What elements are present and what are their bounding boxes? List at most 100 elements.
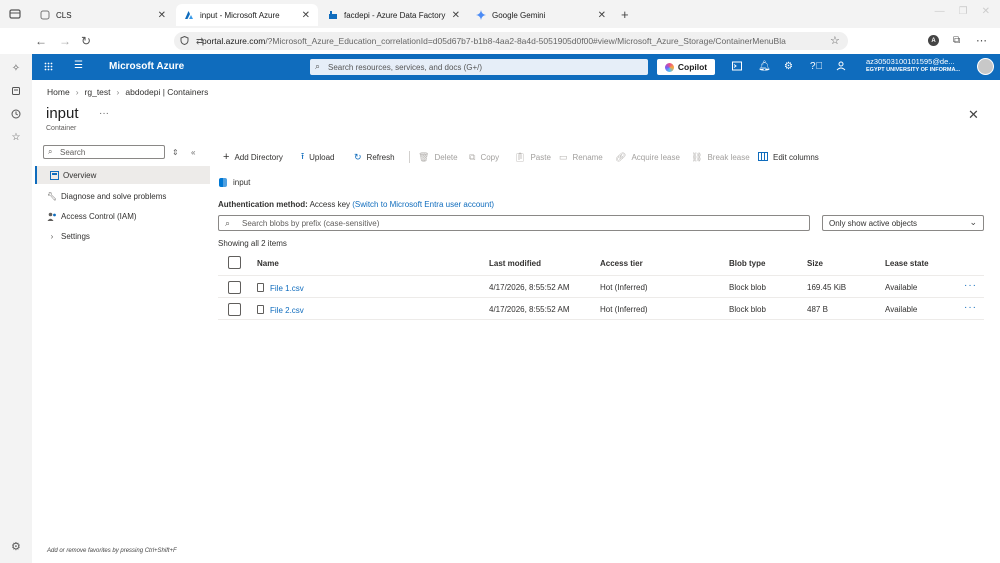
menu-item-iam[interactable]: Access Control (IAM) bbox=[35, 207, 210, 225]
blob-name[interactable]: File 2.csv bbox=[270, 306, 304, 315]
site-security-icon[interactable] bbox=[180, 35, 189, 47]
refresh-button[interactable]: ↻ Refresh bbox=[354, 150, 395, 164]
new-tab-button[interactable]: + bbox=[621, 7, 629, 22]
row-more-actions-button[interactable]: ··· bbox=[964, 302, 977, 313]
close-blade-icon[interactable]: ✕ bbox=[968, 107, 979, 123]
column-header-size[interactable]: Size bbox=[807, 259, 823, 268]
column-header-lease-state[interactable]: Lease state bbox=[885, 259, 929, 268]
chevron-right-icon: › bbox=[75, 87, 79, 97]
forward-arrow-icon[interactable]: → bbox=[59, 34, 71, 48]
paste-button[interactable]: 📋︎ Paste bbox=[514, 150, 551, 164]
browser-tab-data-factory[interactable]: facdepi - Azure Data Factory ✕ bbox=[320, 4, 468, 26]
copilot-sparkle-icon[interactable]: ✧ bbox=[9, 61, 23, 75]
table-row-name[interactable]: File 1.csv bbox=[257, 283, 304, 293]
add-directory-button[interactable]: + Add Directory bbox=[223, 150, 283, 164]
copy-button[interactable]: ⧉ Copy bbox=[469, 150, 499, 164]
global-search-input[interactable]: ⌕ Search resources, services, and docs (… bbox=[310, 59, 648, 75]
browser-tab-gemini[interactable]: Google Gemini ✕ bbox=[468, 4, 614, 26]
switch-auth-link[interactable]: (Switch to Microsoft Entra user account) bbox=[352, 200, 494, 209]
history-icon[interactable] bbox=[9, 107, 23, 121]
reload-icon[interactable]: ↻ bbox=[81, 34, 91, 48]
people-icon bbox=[47, 211, 57, 221]
window-controls: — ❐ ✕ bbox=[935, 6, 990, 17]
gemini-favicon-icon bbox=[476, 10, 486, 20]
item-count: Showing all 2 items bbox=[218, 239, 287, 248]
url-field[interactable]: portal.azure.com/?Microsoft_Azure_Educat… bbox=[174, 32, 848, 50]
column-header-last-modified[interactable]: Last modified bbox=[489, 259, 541, 268]
table-cell-modified: 4/17/2026, 8:55:52 AM bbox=[489, 305, 570, 314]
menu-item-settings[interactable]: › Settings bbox=[35, 227, 210, 245]
table-cell-type: Block blob bbox=[729, 305, 766, 314]
chevron-down-icon: ⌄ bbox=[969, 217, 977, 227]
column-header-name[interactable]: Name bbox=[257, 259, 279, 268]
acquire-lease-label: Acquire lease bbox=[631, 152, 680, 162]
feedback-icon[interactable] bbox=[836, 61, 846, 74]
help-icon[interactable]: ?⃝ bbox=[810, 61, 823, 72]
columns-icon bbox=[758, 151, 768, 163]
menu-item-overview[interactable]: Overview bbox=[35, 166, 210, 184]
blob-search-input[interactable]: ⌕ Search blobs by prefix (case-sensitive… bbox=[218, 215, 810, 231]
page-subtitle: Container bbox=[46, 125, 77, 132]
menu-search-input[interactable]: ⌕ Search bbox=[43, 145, 165, 159]
close-tab-icon[interactable]: ✕ bbox=[598, 10, 606, 21]
browser-profile-avatar[interactable]: A bbox=[928, 35, 939, 46]
azure-favicon-icon bbox=[184, 10, 194, 20]
close-window-icon[interactable]: ✕ bbox=[982, 6, 990, 17]
more-actions-button[interactable]: ··· bbox=[99, 108, 109, 119]
row-checkbox[interactable] bbox=[228, 303, 241, 316]
column-header-blob-type[interactable]: Blob type bbox=[729, 259, 765, 268]
container-path-label[interactable]: input bbox=[233, 178, 250, 187]
edit-columns-button[interactable]: Edit columns bbox=[758, 150, 819, 164]
back-arrow-icon[interactable]: ← bbox=[35, 34, 47, 48]
tab-label: CLS bbox=[56, 10, 72, 20]
favorites-star-icon[interactable]: ☆ bbox=[9, 130, 23, 144]
blob-name[interactable]: File 1.csv bbox=[270, 284, 304, 293]
delete-button[interactable]: 🗑︎ Delete bbox=[418, 150, 458, 164]
app-launcher-icon[interactable] bbox=[44, 62, 53, 73]
site-settings-icon[interactable]: ⇄ bbox=[196, 36, 204, 47]
close-tab-icon[interactable]: ✕ bbox=[302, 10, 310, 21]
breadcrumb-resource-group[interactable]: rg_test bbox=[85, 87, 111, 97]
minimize-icon[interactable]: — bbox=[935, 6, 945, 17]
close-tab-icon[interactable]: ✕ bbox=[452, 10, 460, 21]
select-all-checkbox[interactable] bbox=[228, 256, 241, 269]
breadcrumb: Home › rg_test › abdodepi | Containers bbox=[47, 87, 208, 97]
expand-collapse-icon[interactable]: ⇕ bbox=[172, 148, 179, 157]
break-lease-button[interactable]: ⛓︎ Break lease bbox=[691, 150, 750, 164]
acquire-lease-button[interactable]: 🔗︎ Acquire lease bbox=[615, 150, 680, 164]
account-info[interactable]: az30503100101595@de... EGYPT UNIVERSITY … bbox=[866, 57, 960, 75]
browser-tab-azure[interactable]: input - Microsoft Azure ✕ bbox=[176, 4, 318, 26]
cloud-shell-icon[interactable] bbox=[732, 61, 742, 74]
active-objects-dropdown[interactable]: Only show active objects ⌄ bbox=[822, 215, 984, 231]
azure-brand[interactable]: Microsoft Azure bbox=[109, 61, 184, 72]
settings-gear-icon[interactable]: ⚙ bbox=[784, 61, 793, 72]
browser-settings-gear-icon[interactable]: ⚙ bbox=[11, 540, 21, 553]
rename-icon: ▭ bbox=[559, 151, 568, 162]
browser-tab-cls[interactable]: CLS ✕ bbox=[32, 4, 174, 26]
tab-label: Google Gemini bbox=[492, 10, 546, 20]
browser-menu-icon[interactable]: ⋯ bbox=[976, 34, 987, 47]
portal-menu-icon[interactable]: ☰ bbox=[74, 60, 83, 71]
row-checkbox[interactable] bbox=[228, 281, 241, 294]
container-icon bbox=[219, 178, 227, 187]
close-tab-icon[interactable]: ✕ bbox=[158, 10, 166, 21]
extensions-icon[interactable]: ⧉ bbox=[953, 35, 960, 46]
breadcrumb-containers[interactable]: abdodepi | Containers bbox=[125, 87, 208, 97]
favorites-hint: Add or remove favorites by pressing Ctrl… bbox=[47, 548, 177, 554]
rename-button[interactable]: ▭ Rename bbox=[559, 150, 603, 164]
upload-button[interactable]: ⭱ Upload bbox=[301, 150, 335, 164]
favorite-page-star-icon[interactable]: ☆ bbox=[830, 34, 840, 47]
collections-icon[interactable] bbox=[9, 84, 23, 98]
copilot-button[interactable]: Copilot bbox=[657, 59, 715, 75]
row-more-actions-button[interactable]: ··· bbox=[964, 280, 977, 291]
avatar[interactable] bbox=[977, 58, 994, 75]
menu-item-diagnose[interactable]: 🔧︎ Diagnose and solve problems bbox=[35, 187, 210, 205]
column-header-access-tier[interactable]: Access tier bbox=[600, 259, 643, 268]
tab-actions-icon[interactable] bbox=[8, 7, 22, 21]
breadcrumb-home[interactable]: Home bbox=[47, 87, 70, 97]
notifications-bell-icon[interactable]: 🔔︎ bbox=[758, 61, 771, 72]
collapse-menu-icon[interactable]: « bbox=[191, 148, 195, 157]
plus-icon: + bbox=[223, 151, 230, 163]
table-row-name[interactable]: File 2.csv bbox=[257, 305, 304, 315]
maximize-icon[interactable]: ❐ bbox=[959, 6, 968, 17]
